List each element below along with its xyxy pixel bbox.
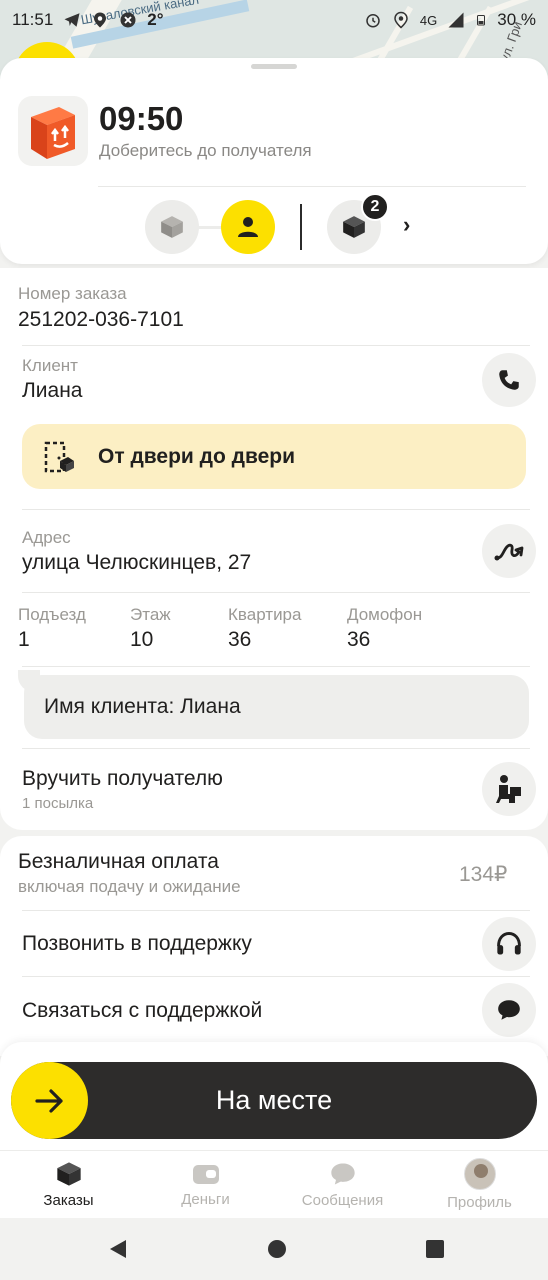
contact-support-label[interactable]: Связаться с поддержкой <box>22 999 262 1023</box>
route-icon <box>494 543 524 561</box>
divider <box>22 345 530 346</box>
telegram-icon <box>64 13 80 27</box>
route-button[interactable] <box>482 524 536 578</box>
entrance-value: 1 <box>18 628 30 651</box>
floor-value: 10 <box>130 628 154 651</box>
chat-bubble-icon <box>498 1000 520 1020</box>
divider <box>22 910 530 911</box>
payment-amount: 134₽ <box>459 863 508 886</box>
eta-time: 09:50 <box>99 100 184 137</box>
step-pickup[interactable] <box>145 200 199 254</box>
door-to-door-label: От двери до двери <box>98 444 296 468</box>
swipe-knob[interactable] <box>11 1062 88 1139</box>
location-icon <box>94 12 107 28</box>
divider <box>22 509 530 510</box>
order-details-card: Номер заказа 251202-036-7101 Клиент Лиан… <box>0 268 548 830</box>
system-navigation-bar <box>0 1218 548 1280</box>
handover-button[interactable] <box>482 762 536 816</box>
tab-profile-label: Профиль <box>447 1194 512 1211</box>
order-number-label: Номер заказа <box>18 284 127 303</box>
tab-profile[interactable]: Профиль <box>411 1151 548 1218</box>
eta-subtitle: Доберитесь до получателя <box>99 141 312 160</box>
client-comment-bubble: Имя клиента: Лиана <box>24 675 529 739</box>
handover-subtitle: 1 посылка <box>22 795 94 812</box>
bottom-tab-bar: Заказы Деньги Сообщения Профиль <box>0 1150 548 1218</box>
divider <box>22 592 530 593</box>
chevron-right-icon[interactable]: › <box>403 212 410 238</box>
intercom-value: 36 <box>347 628 371 651</box>
payment-title: Безналичная оплата <box>18 850 219 873</box>
phone-icon <box>499 370 519 390</box>
floor-label: Этаж <box>130 605 171 624</box>
divider <box>22 748 530 749</box>
intercom-label: Домофон <box>347 605 423 624</box>
call-client-button[interactable] <box>482 353 536 407</box>
apartment-label: Квартира <box>228 605 302 624</box>
parcel-box-icon <box>31 107 75 159</box>
avatar <box>463 1158 496 1190</box>
parcel-logo <box>18 96 88 166</box>
arrow-right-icon <box>34 1088 63 1113</box>
headset-icon <box>497 932 521 955</box>
next-orders-badge: 2 <box>361 193 389 221</box>
box-icon <box>56 1162 81 1186</box>
status-temperature: 2° <box>147 10 164 29</box>
order-status-card: 09:50 Доберитесь до получателя 2 › <box>0 58 548 264</box>
home-icon[interactable] <box>267 1239 287 1259</box>
arrived-swipe-button[interactable]: На месте <box>11 1062 537 1139</box>
signal-icon <box>448 12 464 28</box>
alarm-icon <box>366 14 380 28</box>
client-label: Клиент <box>22 356 78 375</box>
tab-messages-label: Сообщения <box>301 1192 384 1209</box>
wallet-icon <box>192 1165 219 1184</box>
call-support-button[interactable] <box>482 917 536 971</box>
address-value: улица Челюскинцев, 27 <box>22 551 252 574</box>
divider <box>98 186 526 187</box>
arrived-label: На месте <box>215 1085 333 1115</box>
app-notification-icon <box>120 12 136 28</box>
divider <box>22 666 530 667</box>
tab-money[interactable]: Деньги <box>137 1151 274 1218</box>
stepper-connector <box>196 226 224 229</box>
handover-title: Вручить получателю <box>22 767 223 790</box>
call-support-label[interactable]: Позвонить в поддержку <box>22 932 252 956</box>
stepper-divider <box>300 204 302 250</box>
action-panel: На месте <box>0 1042 548 1150</box>
apartment-value: 36 <box>228 628 252 651</box>
client-name: Лиана <box>22 379 83 402</box>
drag-handle[interactable] <box>251 64 297 69</box>
status-battery: 30 % <box>497 10 536 29</box>
person-with-box-icon <box>496 775 521 803</box>
payment-support-card: Безналичная оплата включая подачу и ожид… <box>0 836 548 1056</box>
person-icon <box>238 217 258 237</box>
chat-icon <box>330 1163 355 1185</box>
tab-messages[interactable]: Сообщения <box>274 1151 411 1218</box>
door-to-door-banner[interactable]: От двери до двери <box>22 424 526 489</box>
order-number-value: 251202-036-7101 <box>18 308 184 331</box>
client-comment-text: Имя клиента: Лиана <box>44 695 241 718</box>
status-time: 11:51 <box>12 10 54 29</box>
route-stepper: 2 › <box>0 193 548 256</box>
box-dark-icon <box>343 216 365 238</box>
gps-icon <box>394 11 408 29</box>
tab-money-label: Деньги <box>181 1191 230 1208</box>
status-bar: 11:51 2° 4G 30 % <box>0 0 548 40</box>
back-icon[interactable] <box>108 1239 128 1259</box>
payment-subtitle: включая подачу и ожидание <box>18 877 241 896</box>
status-network: 4G <box>419 12 438 28</box>
tab-orders-label: Заказы <box>43 1192 94 1209</box>
address-label: Адрес <box>22 528 71 547</box>
recents-icon[interactable] <box>425 1239 445 1259</box>
divider <box>22 976 530 977</box>
entrance-label: Подъезд <box>18 605 86 624</box>
battery-icon <box>477 15 486 26</box>
box-gray-icon <box>161 216 183 238</box>
tab-orders[interactable]: Заказы <box>0 1151 137 1218</box>
chat-support-button[interactable] <box>482 983 536 1037</box>
step-recipient[interactable] <box>221 200 275 254</box>
door-box-icon <box>44 441 74 472</box>
